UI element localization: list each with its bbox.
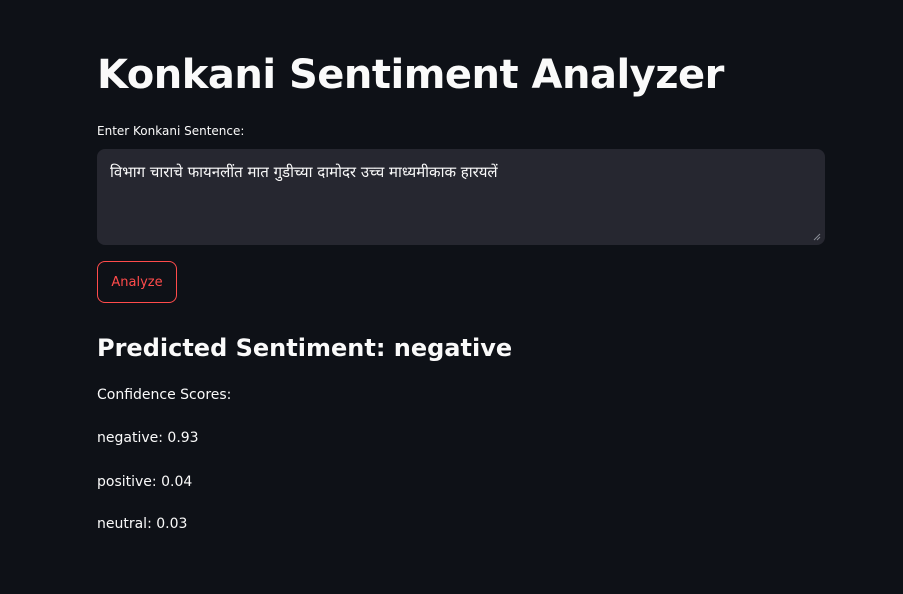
score-line-neutral: neutral: 0.03: [97, 516, 188, 532]
streamlit-app: Konkani Sentiment Analyzer Enter Konkani…: [0, 0, 903, 594]
score-line-positive: positive: 0.04: [97, 474, 193, 490]
score-label: negative: [97, 430, 159, 446]
predicted-sentiment-heading: Predicted Sentiment: negative: [97, 334, 512, 362]
predicted-sentiment-prefix: Predicted Sentiment:: [97, 334, 394, 362]
predicted-sentiment-value: negative: [393, 334, 513, 362]
sentence-input-label: Enter Konkani Sentence:: [97, 124, 245, 138]
score-label: positive: [97, 474, 152, 490]
resize-handle-icon[interactable]: [813, 233, 821, 241]
score-value: 0.93: [167, 430, 199, 446]
score-label: neutral: [97, 516, 148, 532]
score-value: 0.03: [156, 516, 188, 532]
page-title: Konkani Sentiment Analyzer: [97, 52, 724, 98]
analyze-button[interactable]: Analyze: [97, 261, 177, 303]
sentence-textarea[interactable]: विभाग चाराचे फायनलींत मात गुडीच्या दामोद…: [97, 149, 825, 245]
score-line-negative: negative: 0.93: [97, 430, 199, 446]
score-value: 0.04: [161, 474, 193, 490]
confidence-scores-label: Confidence Scores:: [97, 387, 232, 403]
